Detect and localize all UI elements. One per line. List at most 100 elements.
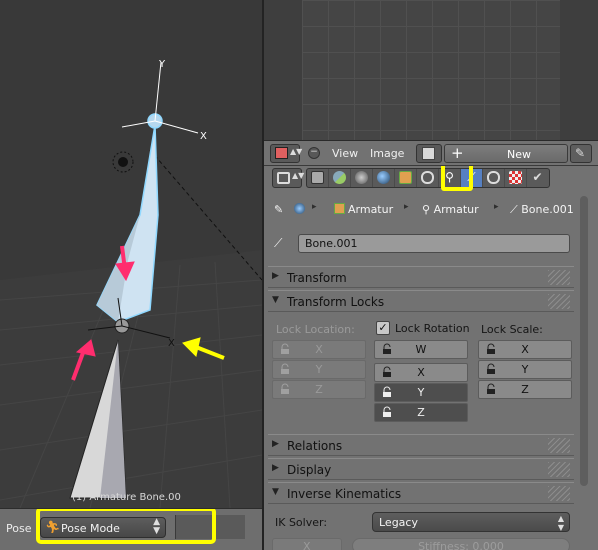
ik-stiffness-axis: X bbox=[303, 540, 311, 550]
lock-location-x[interactable]: X bbox=[272, 340, 366, 359]
tab-world[interactable] bbox=[373, 169, 395, 187]
properties-editor-type-button[interactable]: ▲▼ bbox=[272, 168, 305, 188]
breadcrumb-separator: ▸ bbox=[404, 202, 409, 212]
bone-name-field[interactable]: Bone.001 bbox=[298, 234, 570, 253]
viewport-header: Pose 🏃︎ Pose Mode ▲ ▼ bbox=[0, 508, 262, 550]
grip-icon[interactable] bbox=[548, 486, 570, 501]
breadcrumb-separator: ▸ bbox=[312, 202, 317, 212]
panel-transform-header[interactable]: ▶ Transform bbox=[268, 266, 574, 288]
ik-stiffness-x-lock[interactable]: X bbox=[272, 538, 342, 550]
collapse-menus-button[interactable]: − bbox=[308, 147, 320, 159]
texture-icon bbox=[509, 171, 522, 184]
lock-location-y[interactable]: Y bbox=[272, 360, 366, 379]
constraint-icon bbox=[421, 171, 434, 184]
properties-editor: ▲▼ ⚲ ⟋ ✔ ✎ ▸ Armatur ▸ ⚲ Armatur ▸ ⟋ Bon… bbox=[264, 166, 598, 550]
ik-solver-select[interactable]: Legacy ▲ ▼ bbox=[372, 512, 570, 532]
grip-icon[interactable] bbox=[548, 462, 570, 477]
panel-transform-locks-header[interactable]: ▼ Transform Locks bbox=[268, 290, 574, 312]
light-source[interactable] bbox=[118, 157, 128, 167]
chevron-updown-icon: ▲▼ bbox=[292, 171, 305, 180]
ik-solver-label: IK Solver: bbox=[275, 516, 328, 529]
pin-icon[interactable]: ✎ bbox=[274, 203, 283, 216]
tab-physics[interactable]: ✔ bbox=[527, 169, 549, 187]
lock-rotation-y[interactable]: Y bbox=[374, 383, 468, 402]
lock-location-z[interactable]: Z bbox=[272, 380, 366, 399]
breadcrumb-separator: ▸ bbox=[494, 202, 499, 212]
image-browse-icon bbox=[422, 147, 435, 160]
panel-display-header[interactable]: ▶ Display bbox=[268, 458, 574, 480]
tab-object[interactable] bbox=[395, 169, 417, 187]
panel-title: Transform Locks bbox=[287, 295, 385, 309]
triangle-right-icon: ▶ bbox=[272, 463, 279, 473]
object-icon bbox=[334, 203, 345, 214]
viewport-scene: Y X X bbox=[0, 59, 262, 509]
new-button-label: New bbox=[507, 148, 531, 161]
tab-bone-constraints[interactable] bbox=[483, 169, 505, 187]
context-tabs: ▲▼ ⚲ ⟋ ✔ bbox=[270, 166, 590, 191]
camera-icon bbox=[311, 171, 324, 184]
image-editor-area[interactable] bbox=[264, 0, 598, 140]
lock-scale-y[interactable]: Y bbox=[478, 360, 572, 379]
menu-view[interactable]: View bbox=[332, 147, 358, 160]
pin-button[interactable]: ✎ bbox=[570, 144, 592, 163]
bone-name-row: ⟋ Bone.001 bbox=[272, 234, 572, 254]
chevron-updown-icon: ▲▼ bbox=[290, 147, 303, 156]
ik-stiffness-field[interactable]: Stiffness: 0.000 bbox=[352, 538, 570, 550]
yellow-highlight-box bbox=[441, 166, 473, 191]
world-icon bbox=[377, 171, 390, 184]
armature-icon: ⚲ bbox=[422, 203, 434, 216]
pin-icon: ✎ bbox=[575, 146, 586, 160]
grip-icon[interactable] bbox=[548, 438, 570, 453]
breadcrumb-object: Armatur bbox=[334, 203, 393, 216]
lock-scale-x[interactable]: X bbox=[478, 340, 572, 359]
bone-icon: ⟋ bbox=[510, 203, 522, 216]
tab-render-layers[interactable] bbox=[329, 169, 351, 187]
tab-scene[interactable] bbox=[351, 169, 373, 187]
tab-render[interactable] bbox=[307, 169, 329, 187]
grip-icon[interactable] bbox=[548, 270, 570, 285]
editor-type-button[interactable]: ▲▼ bbox=[270, 144, 303, 163]
properties-scrollbar[interactable] bbox=[580, 196, 588, 486]
upper-axes-gizmo bbox=[121, 61, 199, 134]
lock-scale-column: X Y Z bbox=[478, 340, 572, 400]
lock-rotation-w[interactable]: W bbox=[374, 340, 468, 359]
tab-constraints[interactable] bbox=[417, 169, 439, 187]
bone-icon: ⟋ bbox=[274, 236, 283, 250]
panel-title: Inverse Kinematics bbox=[287, 487, 402, 501]
ik-stiffness-value: Stiffness: 0.000 bbox=[418, 540, 504, 550]
viewport-object-info: (1) Armature Bone.00 bbox=[72, 492, 181, 503]
upper-x-axis-label: X bbox=[200, 131, 207, 142]
menu-image[interactable]: Image bbox=[370, 147, 404, 160]
lock-rotation-x[interactable]: X bbox=[374, 363, 468, 382]
grip-icon[interactable] bbox=[548, 294, 570, 309]
physics-icon: ✔ bbox=[532, 170, 543, 184]
scene-icon bbox=[355, 171, 368, 184]
3d-viewport[interactable]: Y X X (1) Armature Bone.00 Pose 🏃︎ Pose … bbox=[0, 0, 262, 550]
checkmark-icon: ✓ bbox=[376, 321, 390, 335]
plus-icon: + bbox=[451, 144, 464, 162]
object-icon bbox=[399, 171, 412, 184]
image-editor-icon bbox=[275, 147, 288, 159]
lock-rotation-z[interactable]: Z bbox=[374, 403, 468, 422]
updown-arrows-icon: ▲ ▼ bbox=[557, 514, 564, 532]
yellow-highlight-box bbox=[36, 509, 216, 544]
render-layers-icon bbox=[333, 171, 346, 184]
panel-inverse-kinematics-header[interactable]: ▼ Inverse Kinematics bbox=[268, 482, 574, 504]
scene-chain-icon bbox=[294, 203, 308, 216]
ik-solver-value: Legacy bbox=[379, 516, 418, 529]
panel-title: Relations bbox=[287, 439, 343, 453]
triangle-right-icon: ▶ bbox=[272, 271, 279, 281]
triangle-down-icon: ▼ bbox=[272, 487, 279, 497]
panel-relations-header[interactable]: ▶ Relations bbox=[268, 434, 574, 456]
breadcrumb-bone: ⟋ Bone.001 bbox=[510, 203, 574, 216]
lock-scale-label: Lock Scale: bbox=[481, 323, 543, 336]
browse-image-button[interactable] bbox=[416, 144, 442, 163]
lock-scale-z[interactable]: Z bbox=[478, 380, 572, 399]
lock-rotation-column: W X Y Z bbox=[374, 340, 468, 423]
tab-texture[interactable] bbox=[505, 169, 527, 187]
lock-location-label: Lock Location: bbox=[276, 323, 355, 336]
lock-rotation-label: Lock Rotation bbox=[395, 322, 470, 335]
new-image-button[interactable]: + New bbox=[444, 144, 568, 163]
breadcrumb: ✎ ▸ Armatur ▸ ⚲ Armatur ▸ ⟋ Bone.001 bbox=[270, 200, 580, 220]
image-editor-grid bbox=[302, 0, 560, 140]
